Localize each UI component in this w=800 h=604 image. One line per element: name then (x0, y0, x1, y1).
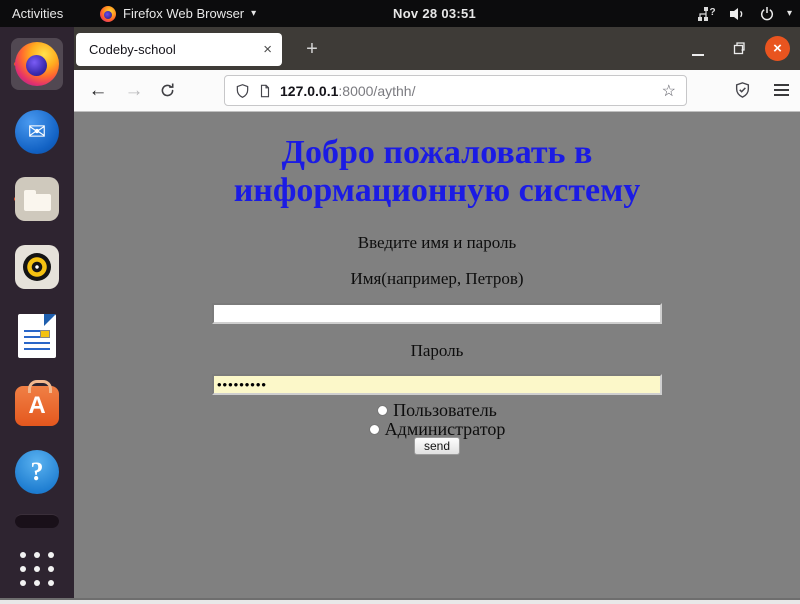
dock-item-minimized-app[interactable] (11, 509, 63, 533)
hamburger-menu-icon[interactable] (774, 84, 789, 97)
radio-user[interactable] (377, 405, 388, 416)
dock-item-help[interactable]: ? (11, 446, 63, 498)
url-text[interactable]: 127.0.0.1:8000/aythh/ (280, 83, 415, 99)
restore-button[interactable] (732, 41, 746, 55)
reload-button[interactable] (159, 82, 176, 99)
back-button[interactable]: ← (86, 70, 110, 111)
url-path: :8000/aythh/ (338, 83, 415, 99)
page-info-icon[interactable] (258, 83, 272, 99)
page-content: Добро пожаловать в информационную систем… (74, 112, 800, 598)
tab-bar: Codeby-school × + × (74, 27, 800, 70)
power-icon (759, 6, 775, 22)
dock-item-firefox[interactable] (11, 38, 63, 90)
network-question-icon: ? (697, 6, 717, 22)
url-host: 127.0.0.1 (280, 83, 338, 99)
show-applications-icon (20, 552, 54, 586)
tab-close-icon[interactable]: × (263, 41, 272, 58)
send-button[interactable]: send (414, 437, 460, 455)
libreoffice-writer-icon (18, 314, 56, 358)
radio-user-label: Пользователь (393, 400, 497, 421)
radio-admin[interactable] (369, 424, 380, 435)
clock[interactable]: Nov 28 03:51 (393, 0, 476, 27)
show-applications-button[interactable] (11, 543, 63, 595)
dock-item-libreoffice-writer[interactable] (11, 310, 63, 362)
name-input[interactable] (212, 303, 662, 324)
app-menu[interactable]: Firefox Web Browser ▾ (100, 0, 256, 27)
dock-item-files[interactable] (11, 173, 63, 225)
files-icon (15, 177, 59, 221)
dock-item-thunderbird[interactable]: ✉ (11, 106, 63, 158)
page-subtitle: Введите имя и пароль (74, 233, 800, 253)
help-icon: ? (15, 450, 59, 494)
tab-codeby-school[interactable]: Codeby-school × (76, 33, 282, 66)
dock-item-ubuntu-software[interactable]: A (11, 378, 63, 430)
forward-button: → (122, 70, 146, 111)
svg-text:?: ? (709, 7, 715, 18)
caret-down-icon: ▾ (251, 8, 256, 19)
url-bar[interactable]: 127.0.0.1:8000/aythh/ ☆ (224, 75, 687, 106)
firefox-mini-icon (100, 6, 116, 22)
password-input[interactable] (212, 374, 662, 395)
rhythmbox-icon (15, 245, 59, 289)
firefox-icon (15, 42, 59, 86)
radio-row-user[interactable]: Пользователь (74, 400, 800, 421)
save-to-pocket-shield-icon[interactable] (734, 81, 751, 99)
minimized-app-icon (15, 514, 59, 528)
system-tray[interactable]: ? ▾ (697, 0, 792, 27)
bookmark-star-icon[interactable]: ☆ (662, 81, 676, 101)
volume-icon (729, 6, 747, 22)
thunderbird-icon: ✉ (15, 110, 59, 154)
tab-title: Codeby-school (89, 42, 176, 57)
restore-icon (732, 41, 746, 55)
dock-item-rhythmbox[interactable] (11, 241, 63, 293)
activities-button[interactable]: Activities (12, 0, 63, 27)
ubuntu-software-icon: A (15, 386, 59, 426)
reload-icon (159, 82, 176, 99)
page-title: Добро пожаловать в информационную систем… (74, 134, 800, 210)
new-tab-button[interactable]: + (298, 35, 326, 63)
page-title-line1: Добро пожаловать в (74, 134, 800, 172)
page-title-line2: информационную систему (74, 172, 800, 210)
password-label: Пароль (74, 341, 800, 361)
close-button[interactable]: × (765, 36, 790, 61)
shield-permissions-icon[interactable] (235, 83, 250, 99)
firefox-window: Codeby-school × + × ← → (74, 27, 800, 598)
app-menu-label: Firefox Web Browser (123, 6, 244, 21)
minimize-button[interactable] (692, 54, 704, 56)
navigation-toolbar: ← → 127.0.0.1:8000/aythh/ ☆ (74, 70, 800, 112)
caret-down-icon: ▾ (787, 8, 792, 19)
name-label: Имя(например, Петров) (74, 269, 800, 289)
system-top-bar: Activities Firefox Web Browser ▾ Nov 28 … (0, 0, 800, 27)
ubuntu-dock: ✉ A ? (0, 27, 74, 598)
window-bottom-edge (0, 598, 800, 604)
